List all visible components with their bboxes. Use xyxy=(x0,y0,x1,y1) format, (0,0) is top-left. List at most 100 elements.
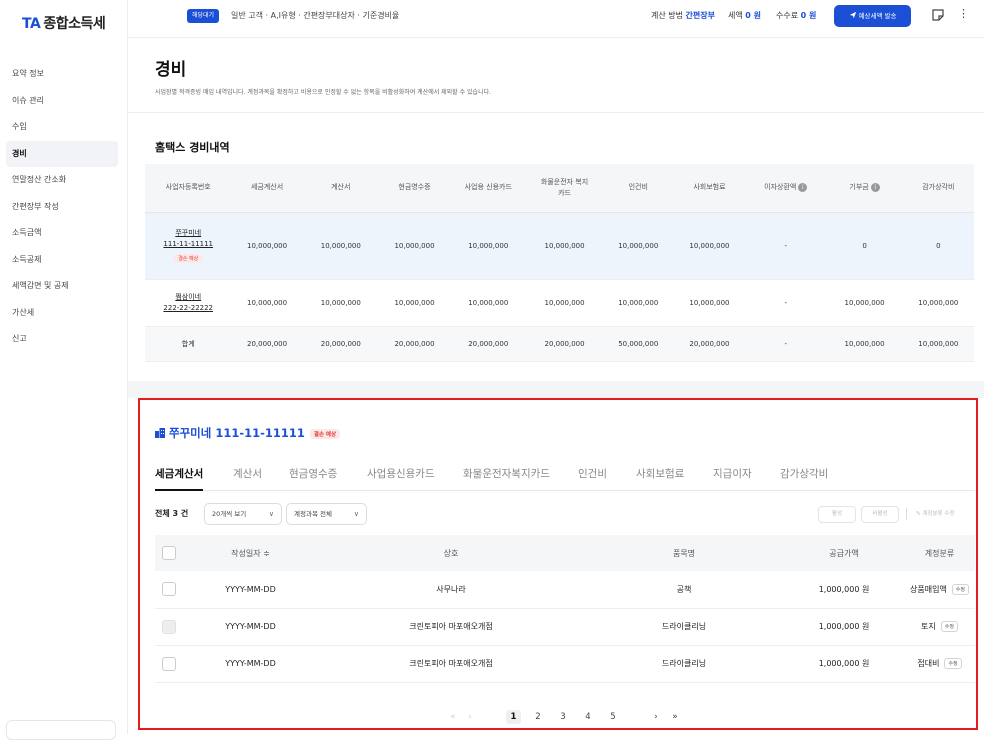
select-all-checkbox[interactable] xyxy=(162,546,176,560)
row-checkbox[interactable] xyxy=(162,656,176,671)
tab-5[interactable]: 화물운전자복지카드 xyxy=(463,466,550,491)
edit-account-button[interactable]: 수정 xyxy=(940,621,958,632)
amount-cell: 20,000,000 xyxy=(673,326,746,362)
checkbox-cell xyxy=(155,571,183,609)
table-row: YYYY-MM-DD 사무나라 공책 1,000,000 원 상품매입액 수정 xyxy=(155,571,975,609)
total-label: 합계 xyxy=(181,339,195,348)
logo-text: 종합소득세 xyxy=(43,16,106,32)
sidebar-item[interactable]: 연말정산 간소화 xyxy=(6,167,118,193)
divider xyxy=(128,112,984,113)
account-edit-label: 계정분류 수정 xyxy=(922,511,955,517)
chevron-down-icon: ∨ xyxy=(268,510,274,518)
section-gap xyxy=(128,381,984,398)
amount-cell: 20,000,000 xyxy=(378,326,451,362)
column-header: 계정분류 xyxy=(904,535,975,571)
date-cell: YYYY-MM-DD xyxy=(183,571,318,609)
account-edit-button[interactable]: ✎ 계정분류 수정 xyxy=(916,506,954,523)
header-label: 인건비 xyxy=(628,183,648,192)
deficit-badge: 결손 예상 xyxy=(309,428,341,439)
tab-6[interactable]: 인건비 xyxy=(578,466,607,491)
table-row: 합계 20,000,000 20,000,000 20,000,000 20,000,0… xyxy=(145,326,974,362)
last-page-icon[interactable]: » xyxy=(669,710,681,724)
item-cell: 공책 xyxy=(584,571,784,609)
sidebar-item[interactable]: 가산세 xyxy=(6,300,118,326)
table-row: YYYY-MM-DD 크린토피아 마포애오개점 드라이클리닝 1,000,000 원접… xyxy=(155,645,975,683)
invoice-table: 작성일자 ≑ 상호 품목명 공급가액 계정분류 YYYY-MM-DD 사무나라 공책 1,00… xyxy=(155,535,975,683)
sidebar-item[interactable]: 세액감면 및 공제 xyxy=(6,273,118,299)
sidebar-item[interactable]: 신고 xyxy=(6,326,118,352)
logo-mark: TA xyxy=(22,16,41,32)
sidebar-item[interactable]: 소득금액 xyxy=(6,220,118,246)
amount-cell: 50,000,000 xyxy=(602,326,674,362)
tab-1[interactable]: 세금계산서 xyxy=(155,466,204,491)
page-1[interactable]: 1 xyxy=(506,710,521,724)
sidebar-item[interactable]: 수입 xyxy=(6,114,118,140)
app-logo[interactable]: TA 종합소득세 xyxy=(22,13,106,33)
amount-cell: 10,000,000 xyxy=(526,279,603,327)
tab-7[interactable]: 사회보험료 xyxy=(636,466,684,491)
header-label: 사업용 신용카드 xyxy=(464,183,512,192)
sidebar: TA 종합소득세 요약 정보 이슈 관리 수입 경비 연말정산 간소화 간편장부 작성 소득금… xyxy=(0,0,128,740)
business-link[interactable]: 쩜삼이네 222-22-22222 xyxy=(145,292,231,314)
sidebar-item[interactable]: 경비 xyxy=(6,140,118,167)
business-title: 쭈꾸미네 111-11-11111 xyxy=(169,426,305,440)
column-header: 품목명 xyxy=(584,535,784,571)
page-5[interactable]: 5 xyxy=(607,710,619,724)
amount-cell: 1,000,000 원 xyxy=(784,608,904,646)
column-header[interactable]: 작성일자 ≑ xyxy=(183,535,318,571)
header-label: 기부금 xyxy=(849,183,869,192)
tab-3[interactable]: 현금영수증 xyxy=(289,466,337,491)
edit-account-button[interactable]: 수정 xyxy=(951,583,969,595)
sidebar-item[interactable]: 간편장부 작성 xyxy=(6,194,118,220)
first-page-icon[interactable]: « xyxy=(448,710,458,724)
prev-page-icon[interactable]: ‹ xyxy=(465,710,475,724)
checkbox-cell xyxy=(155,645,183,683)
column-header: 화물운전자 복지카드 xyxy=(526,164,603,213)
activate-button[interactable]: 활성 xyxy=(818,506,856,523)
tax-value: 0 원 xyxy=(745,11,761,20)
amount-cell: 10,000,000 xyxy=(231,212,303,280)
amount-cell: 10,000,000 xyxy=(826,279,903,327)
tab-8[interactable]: 지급이자 xyxy=(713,466,752,491)
status-badge: 해당대기 xyxy=(187,9,220,23)
column-header: 세금계산서 xyxy=(231,164,303,213)
row-checkbox[interactable] xyxy=(162,582,176,597)
amount-cell: 10,000,000 xyxy=(526,212,603,280)
column-header: 사회보험료 xyxy=(673,164,746,213)
header-line: 화물운전자 복지카드 xyxy=(540,177,589,197)
column-header[interactable]: 공급가액 xyxy=(784,535,904,571)
account-filter-select[interactable]: 계정과목 전체 ∨ xyxy=(286,503,367,525)
business-link[interactable]: 쭈꾸미네 111-11-11111 xyxy=(145,228,231,250)
business-cell: 쭈꾸미네 111-11-11111 결손 예상 xyxy=(145,212,232,280)
page-3[interactable]: 3 xyxy=(557,710,569,724)
tab-9[interactable]: 감가상각비 xyxy=(780,466,828,491)
account-cell: 상품매입액 수정 xyxy=(904,571,975,609)
building-icon xyxy=(155,428,165,438)
amount-cell: 10,000,000 xyxy=(602,212,674,280)
send-estimate-button[interactable]: 예상세액 발송 xyxy=(834,5,911,27)
info-icon[interactable]: i xyxy=(798,182,808,192)
page-size-select[interactable]: 20개씩 보기 ∨ xyxy=(204,503,282,525)
amount-cell: 10,000,000 xyxy=(673,279,746,327)
deactivate-button[interactable]: 비활성 xyxy=(861,506,899,523)
memo-icon[interactable] xyxy=(931,7,945,21)
top-bar: 해당대기 일반 고객 · A,I유형 · 간편장부대상자 · 기준경비율 계산 … xyxy=(128,0,984,38)
tab-2[interactable]: 계산서 xyxy=(233,466,262,491)
business-name: 쭈꾸미네 xyxy=(175,229,202,237)
sidebar-item[interactable]: 이슈 관리 xyxy=(6,88,118,114)
sidebar-item[interactable]: 요약 정보 xyxy=(6,61,118,87)
amount-cell: 1,000,000 원 xyxy=(784,645,904,683)
edit-account-button[interactable]: 수정 xyxy=(944,658,962,669)
hometax-table: 사업자등록번호 세금계산서 계산서 현금영수증 사업용 신용카드 화물운전자 복지카드 인건… xyxy=(145,164,974,362)
hometax-section-title: 홈택스 경비내역 xyxy=(155,141,230,154)
tab-4[interactable]: 사업용신용카드 xyxy=(367,466,435,491)
amount-cell: 10,000,000 xyxy=(902,326,974,362)
page-subtitle: 사업장별 적격증빙 매입 내역입니다. 계정과목을 확정하고 비용으로 인정할 … xyxy=(155,89,492,96)
next-page-icon[interactable]: › xyxy=(651,710,661,724)
sidebar-item[interactable]: 소득공제 xyxy=(6,247,118,273)
more-icon[interactable]: ⋮ xyxy=(958,7,969,21)
page-2[interactable]: 2 xyxy=(532,710,544,724)
info-icon[interactable]: i xyxy=(870,182,880,192)
page-4[interactable]: 4 xyxy=(582,710,594,724)
account-cell: 토지 수정 xyxy=(904,608,975,646)
